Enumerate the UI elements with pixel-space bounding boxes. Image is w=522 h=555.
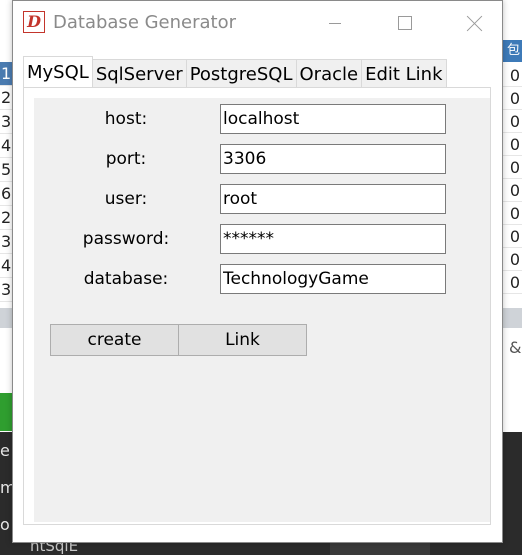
port-label: port:	[105, 149, 147, 169]
background-dark-panel	[501, 432, 522, 555]
password-row: password:	[34, 224, 490, 254]
background-header-cell: 包	[501, 40, 522, 62]
tab-oracle[interactable]: Oracle	[295, 59, 363, 87]
user-input[interactable]	[220, 184, 446, 214]
background-row: 0	[501, 248, 522, 271]
close-icon	[467, 15, 483, 31]
background-glyph: &	[509, 338, 522, 357]
tab-sqlserver[interactable]: SqlServer	[91, 59, 187, 87]
background-row: 0	[501, 133, 522, 156]
host-row: host:	[34, 104, 490, 134]
app-logo-icon: D	[23, 11, 45, 33]
close-button[interactable]	[452, 1, 498, 45]
tab-mysql[interactable]: MySQL	[23, 56, 93, 87]
minimize-button[interactable]	[312, 1, 358, 45]
tab-edit-link[interactable]: Edit Link	[361, 59, 447, 87]
database-row: database:	[34, 264, 490, 294]
app-logo-glyph: D	[27, 12, 41, 31]
background-bottom-bar: ntSqlE	[0, 543, 522, 555]
mysql-tab-panel: host: port: user: password: database: cr…	[23, 87, 491, 525]
user-row: user:	[34, 184, 490, 214]
connection-form-panel: host: port: user: password: database: cr…	[34, 98, 490, 522]
window-title: Database Generator	[53, 12, 237, 33]
background-app-right: 包 0 0 0 0 0 0 0 0 0 0 &	[501, 0, 522, 555]
tab-postgresql[interactable]: PostgreSQL	[185, 59, 297, 87]
background-row: 0	[501, 271, 522, 294]
background-row: 0	[501, 202, 522, 225]
background-bottom-text: ntSqlE	[30, 543, 79, 555]
link-button[interactable]: Link	[178, 324, 307, 356]
host-input[interactable]	[220, 104, 446, 134]
background-row: 0	[501, 156, 522, 179]
password-input[interactable]	[220, 224, 446, 254]
minimize-icon	[329, 22, 341, 24]
maximize-icon	[398, 16, 412, 30]
maximize-button[interactable]	[382, 1, 428, 45]
port-row: port:	[34, 144, 490, 174]
background-row: 0	[501, 64, 522, 87]
background-bottom-block	[330, 543, 430, 555]
background-row: 0	[501, 87, 522, 110]
database-generator-window: D Database Generator MySQL SqlServer Pos…	[12, 0, 503, 543]
database-label: database:	[83, 269, 169, 289]
host-label: host:	[104, 109, 148, 129]
background-row: 0	[501, 179, 522, 202]
database-input[interactable]	[220, 264, 446, 294]
title-bar[interactable]: D Database Generator	[13, 1, 502, 45]
user-label: user:	[104, 189, 148, 209]
tab-strip: MySQL SqlServer PostgreSQL Oracle Edit L…	[23, 56, 447, 87]
background-scrollbar	[501, 308, 522, 328]
background-row: 0	[501, 225, 522, 248]
create-button[interactable]: create	[50, 324, 179, 356]
background-values-column: 0 0 0 0 0 0 0 0 0 0	[501, 64, 522, 294]
port-input[interactable]	[220, 144, 446, 174]
background-row: 0	[501, 110, 522, 133]
password-label: password:	[82, 229, 170, 249]
